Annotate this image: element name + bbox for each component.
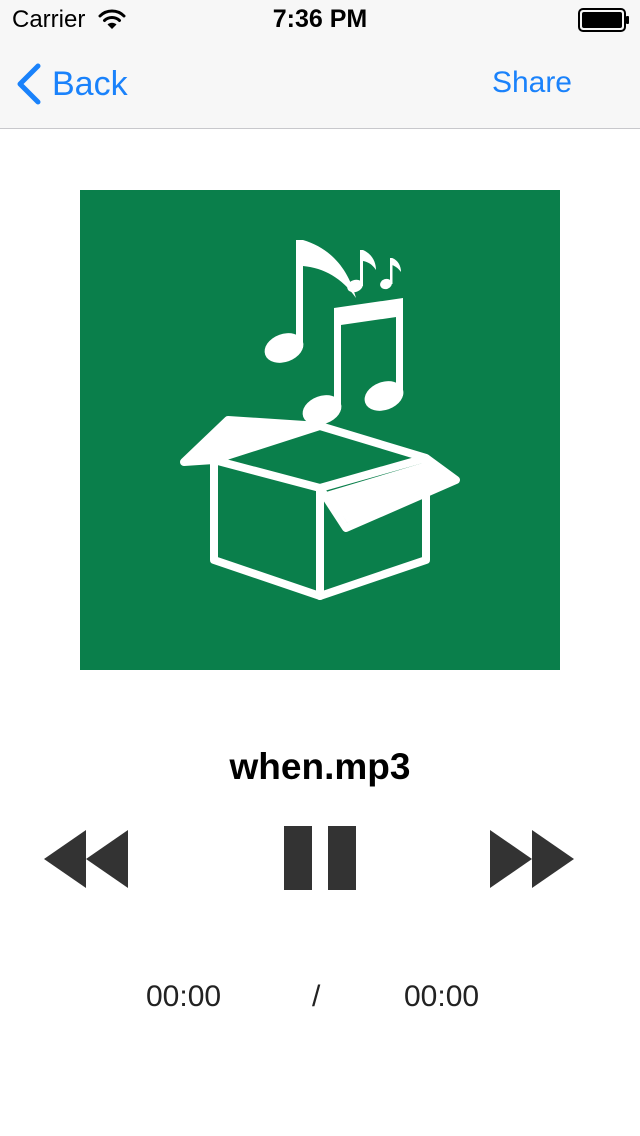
rewind-button[interactable] (42, 828, 132, 890)
status-bar: Carrier 7:36 PM (0, 0, 640, 40)
pause-icon (284, 826, 356, 890)
pause-button[interactable] (282, 824, 358, 892)
back-label: Back (52, 64, 128, 103)
status-time: 7:36 PM (272, 5, 368, 33)
share-button[interactable]: Share (492, 66, 572, 100)
battery-icon (578, 8, 629, 32)
chevron-left-icon (17, 63, 41, 105)
fast-forward-icon (490, 830, 574, 888)
current-time: 00:00 (146, 980, 222, 1013)
fast-forward-button[interactable] (488, 828, 578, 890)
music-box-icon (180, 240, 460, 600)
total-time: 00:00 (404, 980, 480, 1013)
navigation-bar: Back Share (0, 40, 640, 129)
album-artwork (80, 190, 560, 670)
rewind-icon (44, 830, 128, 888)
time-separator: / (312, 980, 321, 1013)
track-title: when.mp3 (229, 746, 411, 787)
back-button[interactable]: Back (14, 62, 128, 106)
player-screen: Carrier 7:36 PM Back Share when.mp3 00:0… (0, 0, 640, 1136)
